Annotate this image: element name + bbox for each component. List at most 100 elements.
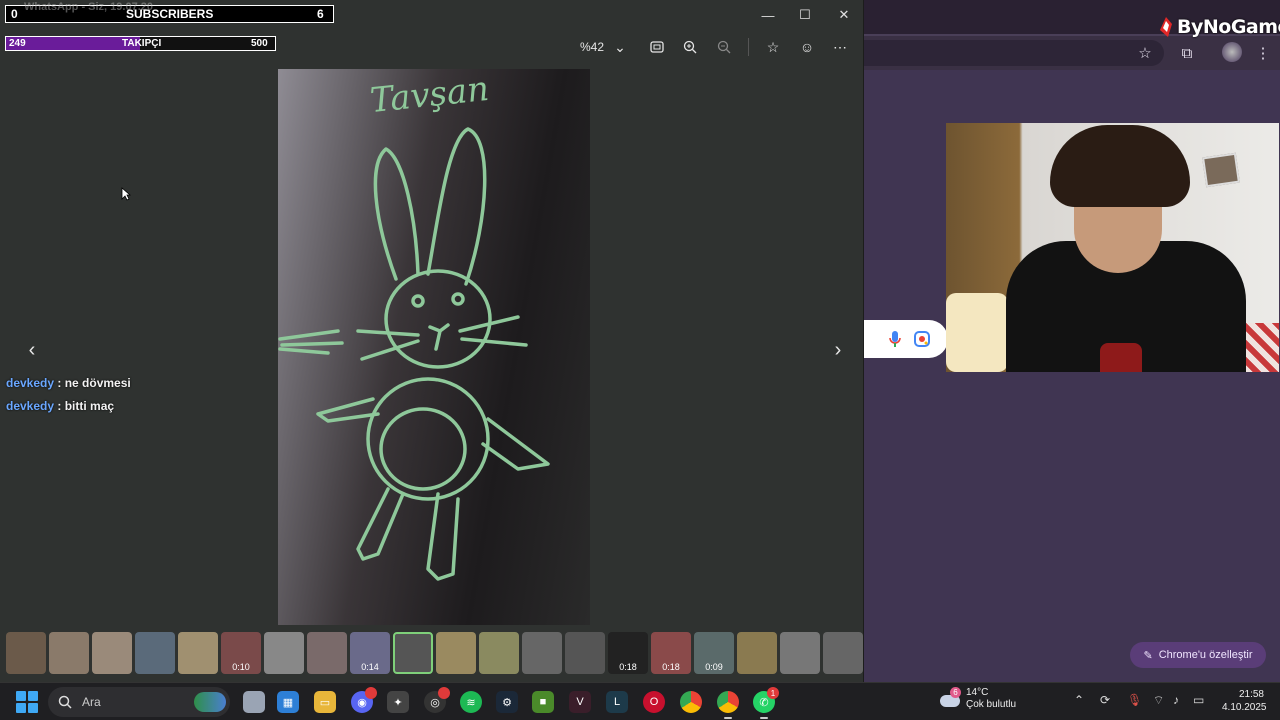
filmstrip-thumbnail[interactable] <box>737 632 777 674</box>
subscriber-goal: 6 <box>317 7 324 21</box>
davinci-resolve-icon[interactable]: ✦ <box>387 691 409 713</box>
obs-badge <box>438 687 450 699</box>
cloudy-weather-icon: 6 <box>940 687 961 709</box>
wall-photo <box>1202 152 1240 188</box>
windows-start-icon[interactable] <box>16 691 38 713</box>
filmstrip-thumbnail[interactable] <box>522 632 562 674</box>
microsoft-store-icon[interactable]: ▦ <box>277 691 299 713</box>
sync-icon[interactable]: ⟳ <box>1100 693 1110 707</box>
customize-chrome-label: Chrome'u özelleştir <box>1158 649 1253 661</box>
soda-can <box>1100 343 1142 372</box>
minimize-icon[interactable]: — <box>753 4 783 26</box>
filmstrip-thumbnail[interactable]: 0:10 <box>221 632 261 674</box>
bynogame-mark-icon <box>1160 17 1172 37</box>
profile-avatar[interactable] <box>1222 42 1242 62</box>
filmstrip-thumbnail[interactable] <box>178 632 218 674</box>
filmstrip-thumbnail[interactable] <box>307 632 347 674</box>
chat-text: : bitti maç <box>54 399 115 413</box>
spotify-icon[interactable]: ≋ <box>460 691 482 713</box>
show-hidden-icons-chevron-icon[interactable]: ⌃ <box>1074 693 1084 707</box>
active-indicator <box>724 717 732 719</box>
desk-lamp <box>946 293 1008 372</box>
thumbnail-strip: 0:10 0:14 0:18 0:18 0:09 <box>0 632 864 676</box>
filmstrip-thumbnail[interactable] <box>823 632 863 674</box>
weather-description: Çok bulutlu <box>966 699 1017 710</box>
opera-gx-icon[interactable]: O <box>643 691 665 713</box>
clock-date: 4.10.2025 <box>1222 702 1267 713</box>
subscriber-label: SUBSCRIBERS <box>126 7 214 21</box>
filmstrip-thumbnail[interactable] <box>6 632 46 674</box>
discord-icon[interactable]: ◉ <box>351 687 377 713</box>
toolbar-divider <box>748 38 749 56</box>
zoom-dropdown-chevron-icon[interactable]: ⌄ <box>608 36 632 58</box>
subscriber-goal-bar: 0 WhatsApp - Siz, 19.07.20 SUBSCRIBERS 6 <box>5 1 334 23</box>
zoom-out-icon[interactable] <box>712 36 736 58</box>
filmstrip-thumbnail[interactable] <box>135 632 175 674</box>
filmstrip-thumbnail[interactable] <box>49 632 89 674</box>
fit-to-window-icon[interactable] <box>645 36 669 58</box>
filmstrip-thumbnail[interactable] <box>264 632 304 674</box>
filmstrip-thumbnail[interactable] <box>393 632 433 674</box>
google-lens-icon[interactable] <box>914 331 930 347</box>
filmstrip-thumbnail[interactable]: 0:09 <box>694 632 734 674</box>
filmstrip-thumbnail[interactable] <box>565 632 605 674</box>
extensions-icon[interactable]: ⧉ <box>1176 42 1198 64</box>
follower-count: 249 <box>9 38 26 49</box>
customize-chrome-button[interactable]: ✎ Chrome'u özelleştir <box>1130 642 1266 668</box>
battery-icon[interactable]: ▭ <box>1193 693 1204 707</box>
webcam-overlay <box>946 123 1279 372</box>
weather-temperature: 14°C <box>966 687 989 698</box>
active-indicator <box>760 717 768 719</box>
maximize-icon[interactable]: ☐ <box>790 4 820 26</box>
whatsapp-badge: 1 <box>767 687 779 699</box>
obs-icon[interactable]: ◎ <box>424 687 450 713</box>
favorite-star-icon[interactable]: ☆ <box>761 36 785 58</box>
weather-badge: 6 <box>950 687 961 698</box>
league-of-legends-icon[interactable]: L <box>606 691 628 713</box>
zoom-in-icon[interactable] <box>678 36 702 58</box>
video-duration: 0:10 <box>232 662 250 672</box>
minecraft-icon[interactable]: ■ <box>532 691 554 713</box>
chrome-menu-icon[interactable]: ⋮ <box>1252 42 1274 64</box>
volume-icon[interactable]: ♪ <box>1173 693 1179 707</box>
filmstrip-thumbnail[interactable] <box>92 632 132 674</box>
taskbar-search-box[interactable]: Ara <box>48 687 230 717</box>
chat-text: : ne dövmesi <box>54 376 131 390</box>
zoom-level[interactable]: %42 <box>580 40 604 54</box>
chat-message: devkedy : bitti maç <box>6 399 114 413</box>
follower-goal: 500 <box>251 38 268 49</box>
filmstrip-thumbnail[interactable]: 0:14 <box>350 632 390 674</box>
filmstrip-thumbnail[interactable] <box>436 632 476 674</box>
displayed-photo: Tavşan <box>278 69 590 625</box>
photo-viewer-window: — ☐ ✕ %42 ⌄ ☆ ☺ ⋯ Tavşan ‹ › 0:10 0:14 0… <box>0 0 864 682</box>
microphone-in-use-icon[interactable]: 🎙 <box>1127 693 1142 707</box>
filmstrip-thumbnail[interactable]: 0:18 <box>651 632 691 674</box>
file-explorer-icon[interactable]: ▭ <box>314 691 336 713</box>
steam-icon[interactable]: ⚙ <box>496 691 518 713</box>
chrome-address-bar[interactable] <box>864 40 1164 66</box>
mouse-cursor-icon <box>121 187 131 201</box>
system-clock[interactable]: 21:58 4.10.2025 <box>1222 688 1267 714</box>
chrome-icon[interactable] <box>680 691 702 713</box>
task-view-icon[interactable] <box>243 691 265 713</box>
next-photo-chevron-icon[interactable]: › <box>826 338 850 362</box>
video-duration: 0:18 <box>662 662 680 672</box>
close-icon[interactable]: ✕ <box>829 4 859 26</box>
valorant-icon[interactable]: V <box>569 691 591 713</box>
filmstrip-thumbnail[interactable]: 0:18 <box>608 632 648 674</box>
filmstrip-thumbnail[interactable] <box>479 632 519 674</box>
filmstrip-thumbnail[interactable] <box>780 632 820 674</box>
streamer-hair <box>1050 125 1190 207</box>
previous-photo-chevron-icon[interactable]: ‹ <box>20 338 44 362</box>
wifi-icon[interactable]: ⌔ <box>1153 693 1164 708</box>
emoji-reaction-icon[interactable]: ☺ <box>795 36 819 58</box>
more-options-icon[interactable]: ⋯ <box>828 36 852 58</box>
microphone-icon[interactable] <box>888 330 902 348</box>
bookmark-star-icon[interactable]: ☆ <box>1134 42 1156 64</box>
search-highlight-icon <box>194 692 226 712</box>
google-search-box[interactable] <box>864 320 948 358</box>
chrome-profile-icon[interactable] <box>717 691 739 719</box>
weather-widget[interactable]: 6 14°C Çok bulutlu <box>940 687 1016 711</box>
whatsapp-icon[interactable]: ✆ 1 <box>753 687 779 719</box>
subscriber-count: 0 <box>11 7 18 21</box>
